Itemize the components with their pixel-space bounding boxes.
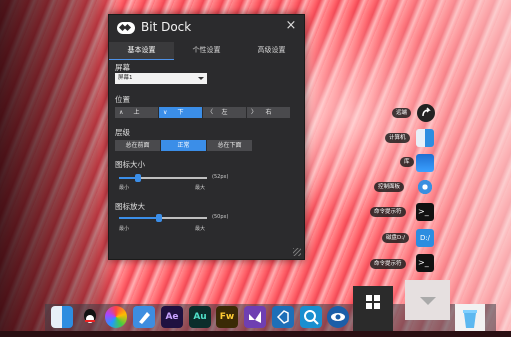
chevron-up-icon: ∧	[119, 109, 124, 116]
bitdock-logo-icon	[117, 22, 135, 34]
icon-zoom-value: (50px)	[212, 214, 229, 220]
position-up-button[interactable]: ∧ 上	[115, 107, 158, 118]
wallpaper-shadow	[0, 0, 120, 331]
recycle-bin-icon[interactable]	[455, 304, 485, 331]
audition-icon[interactable]: Au	[189, 306, 211, 328]
fireworks-icon[interactable]: Fw	[216, 306, 238, 328]
triangle-down-icon	[420, 297, 436, 305]
finder-icon[interactable]	[416, 129, 434, 147]
icon-size-label: 图标大小	[115, 160, 145, 169]
arrow-icon[interactable]	[417, 104, 435, 122]
finder-icon[interactable]	[51, 306, 73, 328]
start-panel[interactable]	[353, 286, 393, 331]
photos-icon[interactable]	[105, 306, 127, 328]
library-icon[interactable]	[416, 154, 434, 172]
eye-icon[interactable]	[327, 306, 349, 328]
close-icon[interactable]: ×	[284, 19, 298, 33]
icon-size-value: (52px)	[212, 174, 229, 180]
visual-studio-icon[interactable]	[244, 306, 266, 328]
window-title: Bit Dock	[141, 20, 192, 34]
tab-personal-settings[interactable]: 个性设置	[174, 42, 239, 60]
after-effects-icon[interactable]: Ae	[161, 306, 183, 328]
tab-bar: 基本设置 个性设置 高级设置	[109, 42, 304, 60]
layer-segment: 总在前面 正常 总在下面	[115, 140, 253, 151]
icon-size-slider[interactable]	[119, 174, 207, 182]
layer-label: 层级	[115, 128, 130, 137]
terminal-icon[interactable]: >_	[416, 254, 434, 272]
icon-zoom-fill	[119, 217, 159, 219]
resize-grip-icon[interactable]	[293, 248, 301, 256]
caret-down-icon	[198, 77, 204, 80]
settings-gear-icon[interactable]	[416, 178, 434, 196]
dock-label-cmd-2: 命令提示符	[370, 259, 406, 269]
icon-zoom-slider[interactable]	[119, 214, 207, 222]
dock-label-computer: 计算机	[385, 133, 410, 143]
icon-size-knob[interactable]	[135, 174, 142, 182]
search-icon[interactable]	[300, 306, 322, 328]
chevron-down-icon: ∨	[163, 109, 168, 116]
position-left-button[interactable]: 〈左	[203, 107, 246, 118]
position-segment: ∧ 上 ∨ 下 〈左 〉右	[115, 107, 291, 118]
windows-icon	[366, 295, 380, 309]
pencil-icon[interactable]	[133, 306, 155, 328]
terminal-icon[interactable]: >_	[416, 203, 434, 221]
tab-advanced-settings[interactable]: 高级设置	[239, 42, 304, 60]
vscode-icon[interactable]	[272, 306, 294, 328]
position-label: 位置	[115, 95, 130, 104]
position-right-button[interactable]: 〉右	[247, 107, 290, 118]
icon-zoom-max: 最大	[195, 226, 206, 232]
screen-label: 屏幕	[115, 63, 130, 72]
title-bar[interactable]: Bit Dock ×	[109, 15, 304, 41]
icon-zoom-label: 图标放大	[115, 202, 145, 211]
disk-icon[interactable]: D:/	[416, 229, 434, 247]
icon-zoom-knob[interactable]	[155, 214, 162, 222]
screen-select-value: 屏幕1	[118, 75, 133, 81]
layer-bottom-button[interactable]: 总在下面	[207, 140, 252, 151]
settings-window: Bit Dock × 基本设置 个性设置 高级设置 屏幕 屏幕1 位置 ∧ 上 ∨…	[108, 14, 305, 260]
icon-zoom-min: 最小	[119, 226, 130, 232]
dock-label-disk-d: 磁盘D:/	[382, 233, 409, 243]
screen-select[interactable]: 屏幕1	[115, 73, 207, 84]
icon-size-min: 最小	[119, 185, 130, 191]
collapse-panel[interactable]	[405, 280, 450, 320]
tab-basic-settings[interactable]: 基本设置	[109, 42, 174, 60]
chevron-left-icon: 〈	[207, 109, 214, 116]
dock-label-cmd-1: 命令提示符	[370, 207, 406, 217]
icon-size-max: 最大	[195, 185, 206, 191]
chevron-right-icon: 〉	[251, 109, 258, 116]
qq-icon[interactable]	[79, 306, 101, 328]
dock-label-remote: 远端	[392, 108, 412, 118]
dock-label-library: 库	[400, 157, 414, 167]
position-down-button[interactable]: ∨ 下	[159, 107, 202, 118]
layer-front-button[interactable]: 总在前面	[115, 140, 160, 151]
dock-label-control-panel: 控制面板	[374, 182, 405, 192]
layer-normal-button[interactable]: 正常	[161, 140, 206, 151]
